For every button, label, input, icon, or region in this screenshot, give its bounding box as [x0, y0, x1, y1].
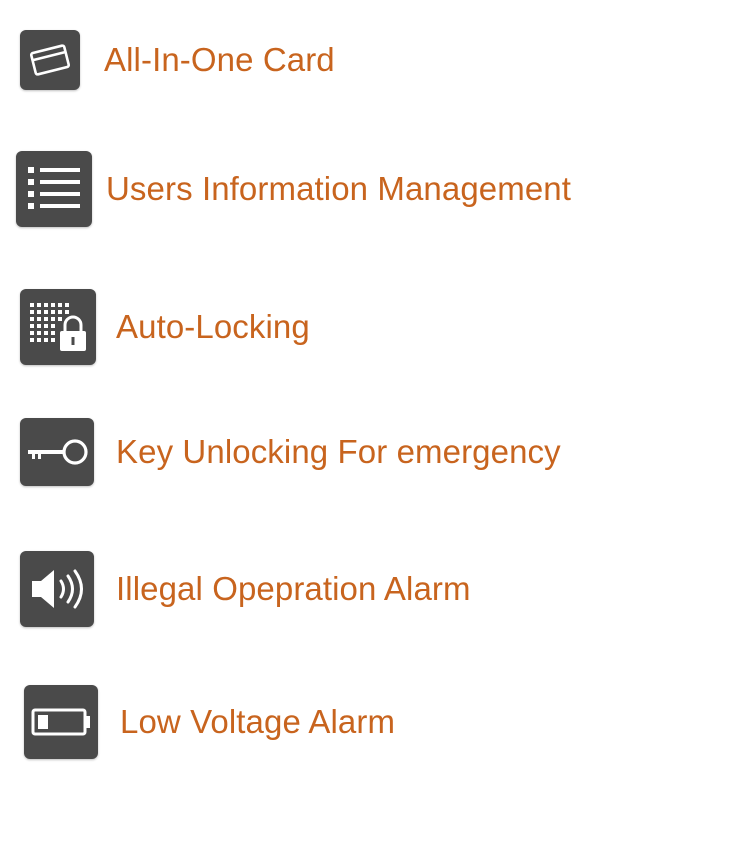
feature-label: All-In-One Card	[104, 41, 335, 78]
card-icon	[20, 30, 80, 90]
keypad-lock-icon	[20, 289, 96, 365]
battery-icon	[24, 685, 98, 759]
key-icon	[20, 418, 94, 486]
feature-auto-locking: Auto-Locking	[20, 289, 310, 365]
feature-key-unlocking: Key Unlocking For emergency	[20, 418, 561, 486]
feature-all-in-one-card: All-In-One Card	[20, 30, 335, 90]
feature-label: Key Unlocking For emergency	[116, 433, 561, 470]
feature-low-voltage-alarm: Low Voltage Alarm	[24, 685, 395, 759]
feature-label: Auto-Locking	[116, 308, 310, 345]
feature-label: Low Voltage Alarm	[120, 703, 396, 740]
feature-users-information-management: Users Information Management	[16, 151, 571, 227]
feature-label: Illegal Opepration Alarm	[116, 570, 471, 607]
speaker-icon	[20, 551, 94, 627]
feature-label: Users Information Management	[106, 170, 572, 207]
list-icon	[16, 151, 92, 227]
feature-illegal-operation-alarm: Illegal Opepration Alarm	[20, 551, 471, 627]
